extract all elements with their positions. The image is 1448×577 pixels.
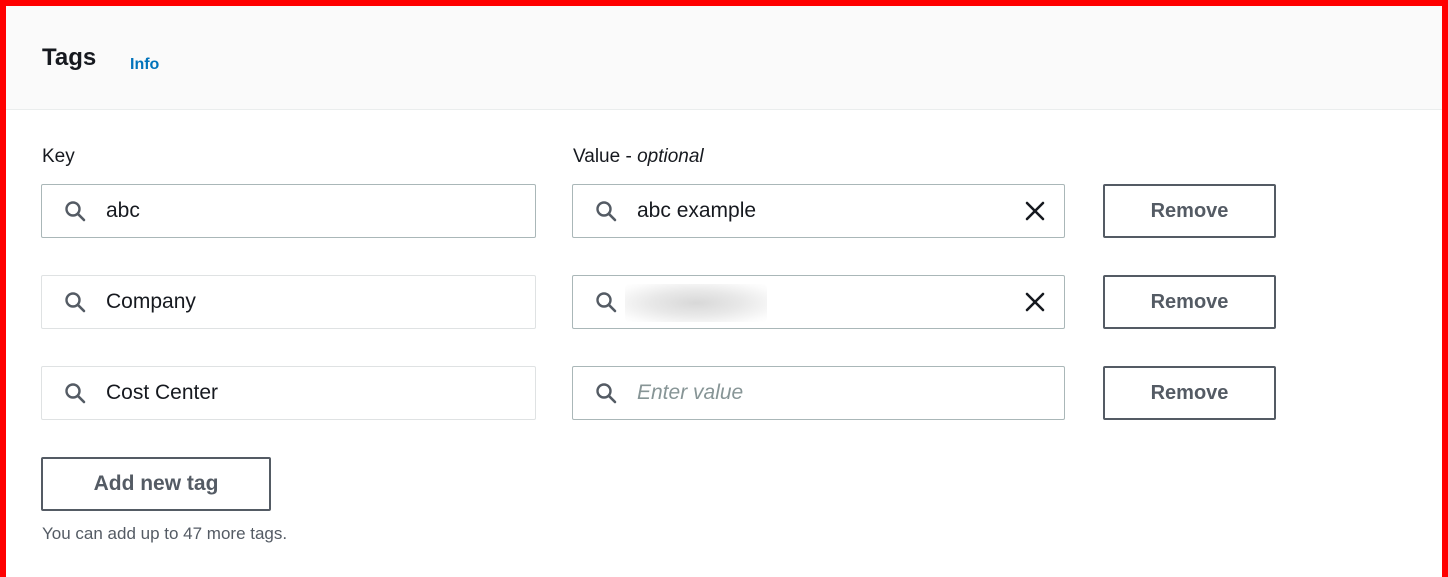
- tag-key-value: abc: [106, 199, 140, 222]
- search-icon: [596, 383, 617, 404]
- tag-key-input[interactable]: Cost Center: [41, 366, 536, 420]
- tag-key-value: Cost Center: [106, 381, 219, 404]
- tag-value-input[interactable]: abc example: [572, 184, 1065, 238]
- value-column-label: Value - optional: [573, 146, 704, 168]
- tag-key-input[interactable]: abc: [41, 184, 536, 238]
- panel-header: Tags Info: [6, 6, 1442, 110]
- search-icon: [65, 292, 86, 313]
- tag-value-input[interactable]: [572, 275, 1065, 329]
- tag-limit-help-text: You can add up to 47 more tags.: [42, 524, 288, 543]
- tag-key-value: Company: [106, 290, 196, 313]
- value-label-main: Value -: [573, 146, 638, 167]
- info-link[interactable]: Info: [130, 56, 159, 74]
- tag-value-input[interactable]: Enter value: [572, 366, 1065, 420]
- search-icon: [65, 383, 86, 404]
- search-icon: [65, 201, 86, 222]
- value-label-optional: optional: [637, 146, 704, 167]
- key-column-label: Key: [42, 146, 75, 167]
- close-icon[interactable]: [1024, 200, 1046, 222]
- panel-title: Tags: [42, 44, 97, 71]
- tag-value-text: abc example: [637, 199, 757, 222]
- remove-tag-button[interactable]: Remove: [1103, 275, 1276, 329]
- tag-value-placeholder: Enter value: [637, 381, 744, 404]
- remove-tag-button[interactable]: Remove: [1103, 184, 1276, 238]
- redacted-value: [625, 284, 767, 322]
- search-icon: [596, 292, 617, 313]
- add-new-tag-button[interactable]: Add new tag: [41, 457, 271, 511]
- remove-tag-button[interactable]: Remove: [1103, 366, 1276, 420]
- close-icon[interactable]: [1024, 291, 1046, 313]
- search-icon: [596, 201, 617, 222]
- tag-key-input[interactable]: Company: [41, 275, 536, 329]
